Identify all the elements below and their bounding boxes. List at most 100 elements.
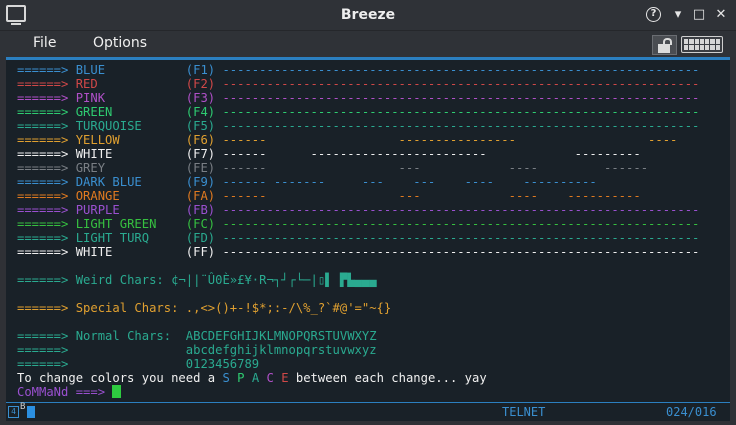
normal-arrow: ======> [17, 329, 76, 343]
color-name: TURQUOISE [75, 119, 186, 133]
space-letter: S [222, 371, 238, 385]
color-line: ======> ORANGE (FA) ------ --- ---- ----… [17, 189, 699, 203]
color-name: RED [75, 77, 186, 91]
color-sample: ------ --- ---- ------ [222, 161, 649, 175]
function-key: (F6) [185, 133, 223, 147]
weird-chars-line: ======> Weird Chars: ¢¬||¨Û0È»£¥·R¬┐┘┌└─… [17, 273, 699, 287]
color-line: ======> TURQUOISE (F5) -----------------… [17, 119, 699, 133]
color-name: GREEN [75, 105, 186, 119]
weird-chars: ¢¬||¨Û0È»£¥·R¬┐┘┌└─|▯▌ ▛▙▄▄▄ [171, 273, 377, 287]
cursor-position: 024/016 [666, 405, 717, 419]
color-line: ======> DARK BLUE (F9) ------ ------- --… [17, 175, 699, 189]
normal-chars-lower: ======> abcdefghijklmnopqrstuvwxyz [17, 343, 699, 357]
color-sample: ----------------------------------------… [222, 217, 700, 231]
color-arrow: ======> [17, 203, 76, 217]
lock-toggle-button[interactable] [652, 35, 677, 55]
color-line: ======> RED (F2) -----------------------… [17, 77, 699, 91]
color-sample: ------ ---------------- ---- [222, 133, 678, 147]
color-name: DARK BLUE [75, 175, 186, 189]
command-prompt: CoMMaNd ===> [17, 385, 113, 399]
normal-upper: ABCDEFGHIJKLMNOPQRSTUVWXYZ [185, 329, 377, 343]
window-title: Breeze [340, 7, 396, 23]
color-line: ======> YELLOW (F6) ------ -------------… [17, 133, 699, 147]
color-line: ======> PINK (F3) ----------------------… [17, 91, 699, 105]
color-arrow: ======> [17, 189, 76, 203]
special-chars-line: ======> Special Chars: .,<>()+-!$*;:-/\%… [17, 301, 699, 315]
weird-arrow: ======> [17, 273, 76, 287]
menu-file[interactable]: File [33, 35, 56, 51]
color-line: ======> LIGHT GREEN (FC) ---------------… [17, 217, 699, 231]
special-label: Special Chars: [75, 301, 186, 315]
status-indicator: B [20, 402, 26, 412]
keyboard-button[interactable] [681, 36, 723, 53]
function-key: (FA) [185, 189, 223, 203]
normal-arrow: ======> [17, 357, 76, 371]
color-sample: ----------------------------------------… [222, 231, 700, 245]
color-arrow: ======> [17, 105, 76, 119]
function-key: (F5) [185, 119, 223, 133]
connection-mode: TELNET [502, 405, 546, 419]
color-arrow: ======> [17, 63, 76, 77]
function-key: (F1) [185, 63, 223, 77]
minimize-button[interactable]: ▾ [670, 7, 686, 23]
normal-chars-upper: ======> Normal Chars: ABCDEFGHIJKLMNOPQR… [17, 329, 699, 343]
color-arrow: ======> [17, 161, 76, 175]
space-letter: E [281, 371, 289, 385]
special-arrow: ======> [17, 301, 76, 315]
function-key: (FD) [185, 231, 223, 245]
function-key: (FF) [185, 245, 223, 259]
space-letter: A [251, 371, 267, 385]
color-line: ======> PURPLE (FB) --------------------… [17, 203, 699, 217]
color-name: LIGHT GREEN [75, 217, 186, 231]
function-key: (FB) [185, 203, 223, 217]
function-key: (F4) [185, 105, 223, 119]
color-arrow: ======> [17, 133, 76, 147]
text-cursor [112, 385, 122, 398]
color-sample: ----------------------------------------… [222, 105, 700, 119]
color-arrow: ======> [17, 147, 76, 161]
terminal-screen[interactable]: ======> BLUE (F1) ----------------------… [6, 57, 730, 403]
color-line: ======> WHITE (F7) ------ --------------… [17, 147, 699, 161]
color-name: GREY [75, 161, 186, 175]
space-letter: C [266, 371, 282, 385]
help-button[interactable]: ? [646, 7, 661, 22]
color-sample: ------ ------- --- --- ---- ---------- [222, 175, 597, 189]
function-key: (F3) [185, 91, 223, 105]
message-text: To change colors you need a [17, 371, 223, 385]
title-bar: Breeze ? ▾ □ ✕ [0, 0, 736, 31]
color-line: ======> LIGHT TURQ (FD) ----------------… [17, 231, 699, 245]
status-bar: 4 B TELNET 024/016 [6, 402, 730, 421]
color-name: LIGHT TURQ [75, 231, 186, 245]
maximize-button[interactable]: □ [691, 7, 707, 23]
color-name: WHITE [75, 147, 186, 161]
connection-status-icon: 4 [8, 406, 19, 418]
normal-chars-digits: ======> 0123456789 [17, 357, 699, 371]
color-arrow: ======> [17, 175, 76, 189]
function-key: (FE) [185, 161, 223, 175]
function-key: (F9) [185, 175, 223, 189]
color-name: PINK [75, 91, 186, 105]
color-name: WHITE [75, 245, 186, 259]
color-arrow: ======> [17, 217, 76, 231]
color-line: ======> GREEN (F4) ---------------------… [17, 105, 699, 119]
color-sample: ----------------------------------------… [222, 203, 700, 217]
color-line: ======> GREY (FE) ------ --- ---- ------ [17, 161, 699, 175]
weird-label: Weird Chars: [75, 273, 172, 287]
function-key: (FC) [185, 217, 223, 231]
color-sample: ------ --- ---- ---------- [222, 189, 641, 203]
color-sample: ----------------------------------------… [222, 119, 700, 133]
color-line: ======> BLUE (F1) ----------------------… [17, 63, 699, 77]
menu-options[interactable]: Options [93, 35, 147, 51]
normal-label: Normal Chars: [75, 329, 186, 343]
message-line: To change colors you need a S P A C E be… [17, 371, 699, 385]
command-prompt-line: CoMMaNd ===> [17, 385, 699, 399]
normal-arrow: ======> [17, 343, 76, 357]
color-arrow: ======> [17, 231, 76, 245]
space-letter: P [237, 371, 252, 385]
close-button[interactable]: ✕ [713, 7, 729, 23]
color-sample: ----------------------------------------… [222, 91, 700, 105]
special-chars: .,<>()+-!$*;:-/\%_?`#@'="~{} [185, 301, 392, 315]
